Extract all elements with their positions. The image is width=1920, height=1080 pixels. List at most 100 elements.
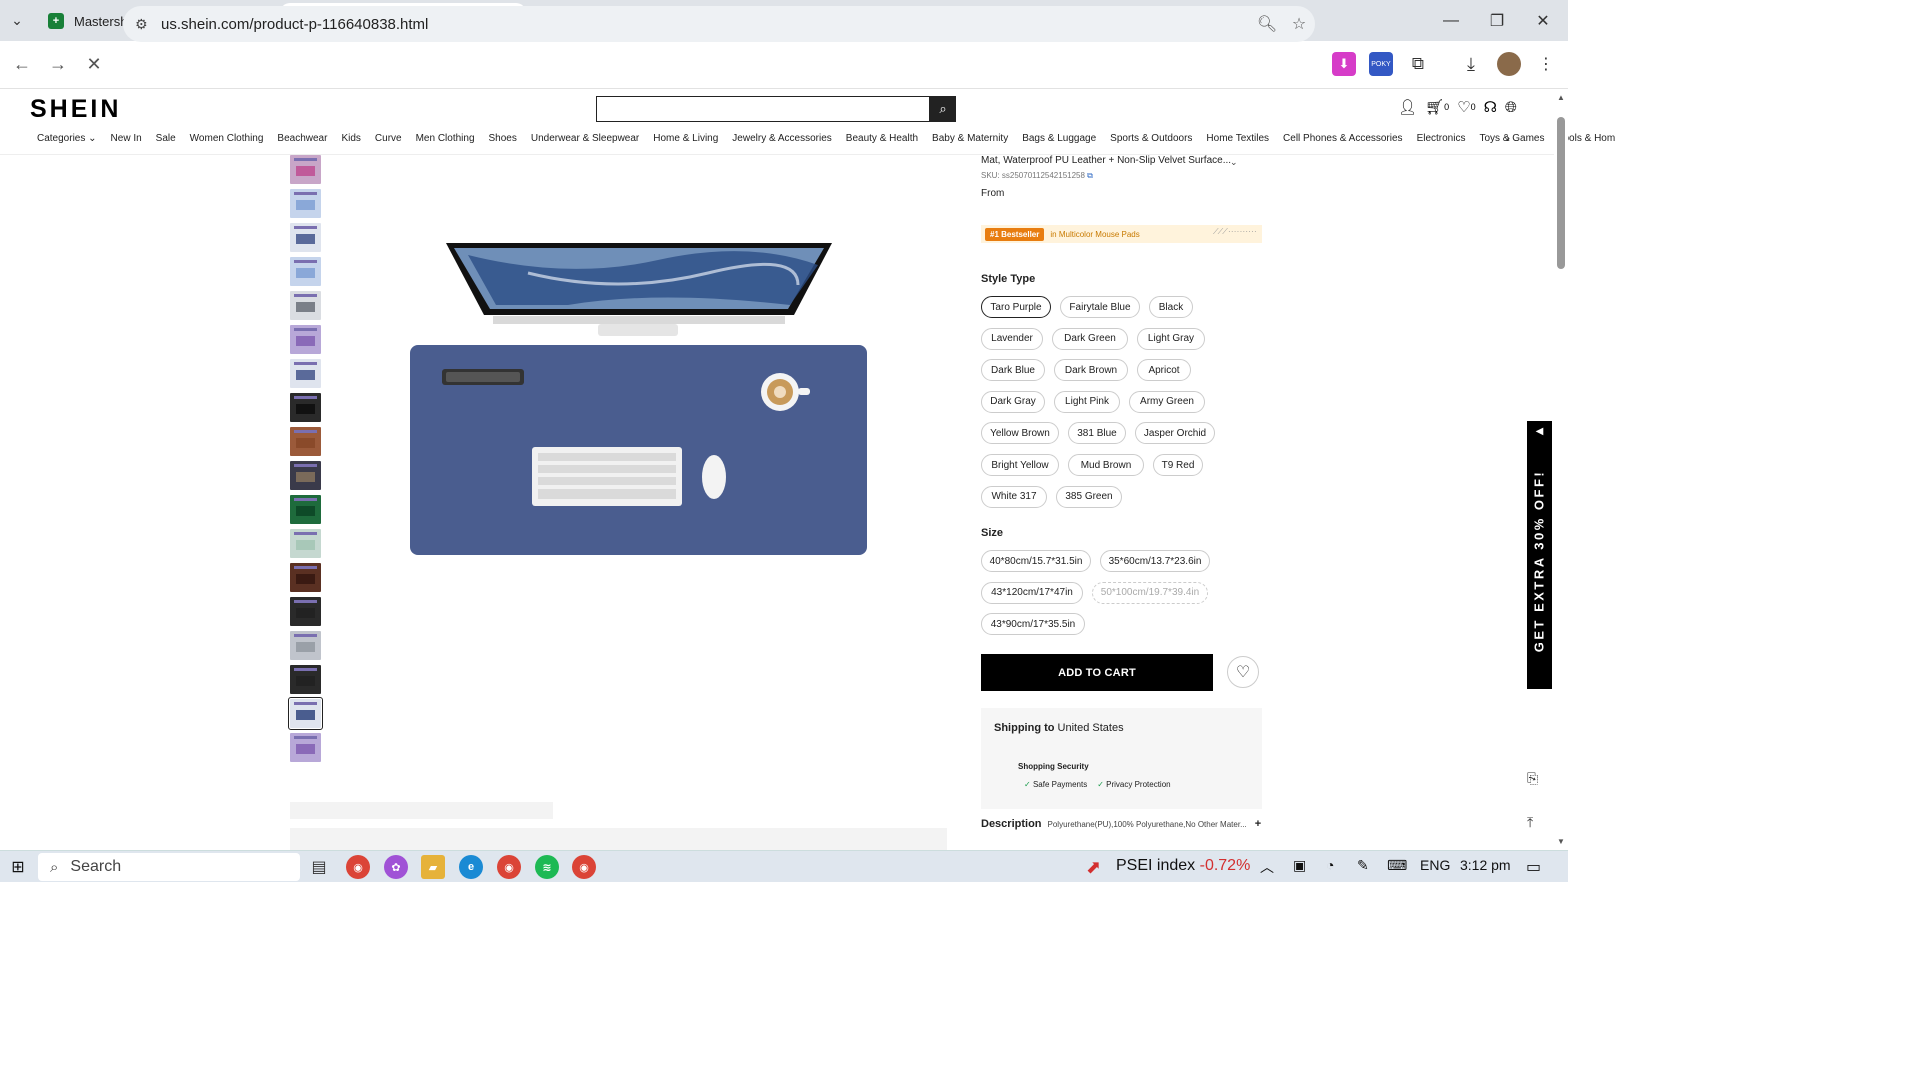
- style-option-chip[interactable]: Dark Gray: [981, 390, 1045, 413]
- category-nav-item[interactable]: Beachwear: [270, 133, 334, 144]
- support-headset-icon[interactable]: ☊: [1484, 98, 1497, 116]
- style-option-chip[interactable]: Dark Blue: [981, 359, 1045, 382]
- chrome-profile-taskbar-icon[interactable]: ◉: [497, 855, 521, 879]
- style-option-chip[interactable]: Jasper Orchid: [1135, 422, 1215, 445]
- description-row[interactable]: Description Polyurethane(PU),100% Polyure…: [981, 818, 1261, 830]
- size-option-chip[interactable]: 43*90cm/17*35.5in: [981, 613, 1085, 635]
- feedback-icon[interactable]: ⎘: [1527, 770, 1538, 787]
- category-nav-item[interactable]: Home Textiles: [1199, 133, 1276, 144]
- product-thumbnail[interactable]: [290, 461, 321, 490]
- zoom-icon[interactable]: 🔍︎: [1251, 14, 1283, 34]
- pen-icon[interactable]: ✎: [1357, 857, 1369, 874]
- category-nav-item[interactable]: Beauty & Health: [839, 133, 925, 144]
- category-nav-item[interactable]: New In: [104, 133, 149, 144]
- edge-taskbar-icon[interactable]: e: [459, 855, 483, 879]
- keyboard-icon[interactable]: ⌨: [1387, 857, 1407, 874]
- category-nav-next-icon[interactable]: ›: [1506, 131, 1510, 145]
- category-nav-item[interactable]: Kids: [334, 133, 367, 144]
- wifi-icon[interactable]: ◔: [1326, 857, 1334, 873]
- product-thumbnail[interactable]: [290, 495, 321, 524]
- style-option-chip[interactable]: Light Pink: [1054, 390, 1120, 413]
- scroll-down-icon[interactable]: ▼: [1554, 837, 1568, 846]
- style-option-chip[interactable]: 385 Green: [1056, 485, 1122, 508]
- size-option-chip[interactable]: 35*60cm/13.7*23.6in: [1100, 550, 1210, 572]
- category-nav-item[interactable]: Women Clothing: [183, 133, 271, 144]
- add-to-cart-button[interactable]: ADD TO CART: [981, 654, 1213, 691]
- category-nav-item[interactable]: Sports & Outdoors: [1103, 133, 1199, 144]
- style-option-chip[interactable]: Yellow Brown: [981, 422, 1059, 445]
- downloads-icon[interactable]: ⤓: [1459, 52, 1483, 76]
- cart-icon[interactable]: 🛒︎ 0: [1425, 98, 1449, 116]
- category-nav-item[interactable]: Baby & Maternity: [925, 133, 1015, 144]
- style-option-chip[interactable]: Apricot: [1137, 359, 1191, 382]
- category-nav-item[interactable]: Jewelry & Accessories: [725, 133, 838, 144]
- category-nav-item[interactable]: Shoes: [482, 133, 524, 144]
- product-thumbnail[interactable]: [290, 529, 321, 558]
- copy-icon[interactable]: ⧉: [1087, 171, 1093, 180]
- category-nav-item[interactable]: Sale: [149, 133, 183, 144]
- promo-side-tab[interactable]: ◀ GET EXTRA 30% OFF!: [1527, 421, 1552, 689]
- title-expand-chevron-icon[interactable]: ⌄: [1230, 157, 1238, 168]
- omnibox[interactable]: ⚙ us.shein.com/product-p-116640838.html …: [123, 6, 1315, 42]
- product-thumbnail[interactable]: [290, 563, 321, 592]
- spotify-taskbar-icon[interactable]: ≋: [535, 855, 559, 879]
- page-scrollbar[interactable]: ▲ ▼: [1554, 89, 1568, 849]
- wishlist-icon[interactable]: ♡ 0: [1457, 98, 1475, 116]
- extensions-puzzle-icon[interactable]: ⧉: [1406, 52, 1430, 76]
- account-icon[interactable]: 👤︎: [1398, 98, 1417, 116]
- category-nav-item[interactable]: Cell Phones & Accessories: [1276, 133, 1410, 144]
- copilot-taskbar-icon[interactable]: ✿: [384, 855, 408, 879]
- size-option-chip[interactable]: 40*80cm/15.7*31.5in: [981, 550, 1091, 572]
- size-option-chip[interactable]: 50*100cm/19.7*39.4in: [1092, 581, 1208, 604]
- product-thumbnail[interactable]: [290, 631, 321, 660]
- style-option-chip[interactable]: Army Green: [1129, 390, 1205, 413]
- style-option-chip[interactable]: 381 Blue: [1068, 422, 1126, 445]
- close-window-icon[interactable]: ✕: [1520, 0, 1566, 41]
- size-option-chip[interactable]: 43*120cm/17*47in: [981, 581, 1083, 604]
- file-explorer-icon[interactable]: ▰: [421, 855, 445, 879]
- scrollbar-thumb[interactable]: [1557, 117, 1565, 269]
- product-thumbnail[interactable]: [290, 325, 321, 354]
- restore-icon[interactable]: ❐: [1474, 0, 1520, 41]
- style-option-chip[interactable]: Lavender: [981, 327, 1043, 350]
- product-thumbnail[interactable]: [290, 733, 321, 762]
- browser-menu-icon[interactable]: ⋮: [1534, 52, 1558, 76]
- language-indicator[interactable]: ENG: [1420, 857, 1450, 873]
- style-option-chip[interactable]: Dark Green: [1052, 327, 1128, 350]
- taskbar-search[interactable]: ⌕ Search: [38, 853, 300, 881]
- style-option-chip[interactable]: Mud Brown: [1068, 454, 1144, 476]
- category-nav-item[interactable]: Underwear & Sleepwear: [524, 133, 646, 144]
- scroll-up-icon[interactable]: ▲: [1554, 93, 1568, 102]
- style-option-chip[interactable]: Bright Yellow: [981, 454, 1059, 476]
- windows-start-icon[interactable]: ⊞: [0, 851, 36, 883]
- product-thumbnail[interactable]: [288, 697, 323, 730]
- stock-chart-icon[interactable]: ⬈: [1086, 857, 1101, 878]
- tray-expand-icon[interactable]: ︿: [1260, 857, 1274, 877]
- downloader-extension-icon[interactable]: ⬇: [1332, 52, 1356, 76]
- product-thumbnail[interactable]: [290, 597, 321, 626]
- add-to-wishlist-heart-icon[interactable]: ♡: [1227, 656, 1259, 688]
- main-product-image[interactable]: [328, 155, 947, 762]
- category-nav-item[interactable]: Home & Living: [646, 133, 725, 144]
- url-text[interactable]: us.shein.com/product-p-116640838.html: [161, 16, 1251, 33]
- product-thumbnail[interactable]: [290, 665, 321, 694]
- product-thumbnail[interactable]: [290, 291, 321, 320]
- clock[interactable]: 3:12 pm: [1460, 857, 1511, 873]
- category-nav-item[interactable]: Men Clothing: [409, 133, 482, 144]
- category-nav-item[interactable]: Categories ⌄: [30, 133, 104, 144]
- minimize-icon[interactable]: —: [1428, 0, 1474, 41]
- site-search-button[interactable]: ⌕: [930, 96, 956, 122]
- language-globe-icon[interactable]: 🌐︎: [1505, 98, 1517, 116]
- forward-icon[interactable]: →: [40, 47, 76, 83]
- category-nav-item[interactable]: Toys & Games: [1472, 133, 1551, 144]
- style-option-chip[interactable]: Dark Brown: [1054, 359, 1128, 382]
- shein-logo[interactable]: SHEIN: [30, 95, 121, 124]
- style-option-chip[interactable]: White 317: [981, 485, 1047, 508]
- notifications-icon[interactable]: ▭: [1526, 857, 1541, 877]
- product-thumbnail[interactable]: [290, 427, 321, 456]
- category-nav-item[interactable]: Bags & Luggage: [1015, 133, 1103, 144]
- meet-now-icon[interactable]: ▣: [1293, 857, 1306, 874]
- category-nav-item[interactable]: Curve: [368, 133, 409, 144]
- back-icon[interactable]: ←: [4, 47, 40, 83]
- product-thumbnail[interactable]: [290, 257, 321, 286]
